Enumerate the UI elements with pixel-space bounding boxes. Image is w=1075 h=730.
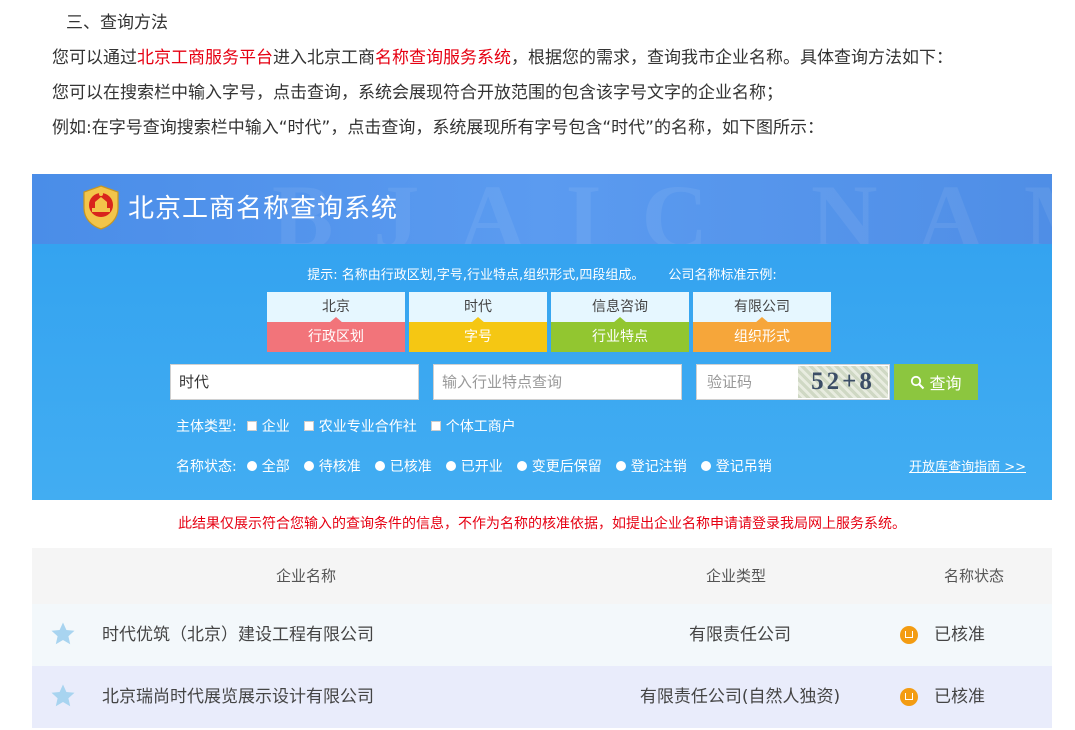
company-name[interactable]: 北京瑞尚时代展览展示设计有限公司: [102, 666, 374, 728]
entity-option-individual[interactable]: 个体工商户: [430, 416, 516, 436]
tip-example-label: 公司名称标准示例:: [668, 268, 777, 283]
table-row[interactable]: 北京瑞尚时代展览展示设计有限公司 有限责任公司(自然人独资) 已核准: [32, 666, 1052, 728]
entity-option-coop[interactable]: 农业专业合作社: [303, 416, 417, 436]
platform-link[interactable]: 北京工商服务平台: [137, 48, 273, 68]
option-label: 登记吊销: [715, 459, 772, 475]
name-parts: 北京 行政区划 时代 字号 信息咨询 行业特点 有限公司 组织形式: [267, 292, 831, 352]
search-button-label: 查询: [929, 376, 962, 393]
name-part-tradename: 时代 字号: [409, 292, 547, 352]
result-notice: 此结果仅展示符合您输入的查询条件的信息，不作为名称的核准依据，如提出企业名称申请…: [32, 500, 1052, 548]
company-type: 有限责任公司: [689, 625, 791, 645]
option-label: 已开业: [460, 459, 503, 475]
entity-option-enterprise[interactable]: 企业: [246, 416, 290, 436]
star-icon[interactable]: [50, 683, 76, 709]
status-option-retained[interactable]: 变更后保留: [516, 456, 602, 476]
name-query-link[interactable]: 名称查询服务系统: [375, 48, 511, 68]
name-part-org-form: 有限公司 组织形式: [693, 292, 831, 352]
name-status: 已核准: [934, 625, 985, 645]
radio[interactable]: [516, 461, 527, 471]
search-row: 时代 输入行业特点查询 验证码 52+8 查询: [170, 364, 978, 400]
intro-text-part: 您可以通过: [52, 48, 137, 68]
name-status-label: 名称状态:: [176, 459, 237, 475]
system-banner: BJAIC NAME 北京工商名称查询系统: [32, 174, 1052, 244]
section-title: 三、查询方法: [66, 13, 168, 33]
company-type: 有限责任公司(自然人独资): [639, 687, 841, 707]
status-option-pending[interactable]: 待核准: [303, 456, 361, 476]
query-guide-link[interactable]: 开放库查询指南 >>: [909, 456, 1026, 475]
option-label: 个体工商户: [445, 419, 516, 435]
captcha-image[interactable]: 52+8: [798, 366, 888, 398]
option-label: 待核准: [318, 459, 361, 475]
radio[interactable]: [615, 461, 626, 471]
checkbox[interactable]: [303, 421, 314, 431]
radio[interactable]: [246, 461, 257, 471]
radio[interactable]: [700, 461, 711, 471]
part-arrow: [471, 317, 485, 323]
name-part-label: 行业特点: [551, 322, 689, 352]
radio[interactable]: [445, 461, 456, 471]
star-icon[interactable]: [50, 621, 76, 647]
checkbox[interactable]: [246, 421, 257, 431]
name-status: 已核准: [934, 687, 985, 707]
intro-text-part: 进入北京工商: [273, 48, 375, 68]
approved-status-icon: [900, 626, 918, 644]
name-part-region: 北京 行政区划: [267, 292, 405, 352]
option-label: 变更后保留: [531, 459, 602, 475]
captcha-placeholder: 验证码: [707, 373, 753, 391]
captcha-field[interactable]: 验证码 52+8: [696, 364, 890, 400]
status-option-cancelled[interactable]: 登记注销: [615, 456, 687, 476]
radio[interactable]: [303, 461, 314, 471]
approved-status-icon: [900, 688, 918, 706]
intro-line-3: 例如:在字号查询搜索栏中输入“时代”，点击查询，系统展现所有字号包含“时代”的名…: [52, 118, 824, 138]
table-row[interactable]: 时代优筑（北京）建设工程有限公司 有限责任公司 已核准: [32, 604, 1052, 666]
intro-text: 三、查询方法 您可以通过北京工商服务平台进入北京工商名称查询服务系统，根据您的需…: [52, 6, 953, 146]
status-option-approved[interactable]: 已核准: [374, 456, 432, 476]
option-label: 农业专业合作社: [318, 419, 417, 435]
part-arrow: [329, 317, 343, 323]
part-arrow: [613, 317, 627, 323]
national-emblem-icon: [83, 185, 119, 230]
checkbox[interactable]: [430, 421, 441, 431]
header-company-name: 企业名称: [276, 567, 337, 585]
option-label: 全部: [261, 459, 290, 475]
header-name-status: 名称状态: [944, 567, 1005, 585]
radio[interactable]: [374, 461, 385, 471]
name-part-industry: 信息咨询 行业特点: [551, 292, 689, 352]
search-button[interactable]: 查询: [894, 364, 978, 400]
intro-text-part: ，根据您的需求，查询我市企业名称。具体查询方法如下：: [511, 48, 953, 68]
tip-text: 提示: 名称由行政区划,字号,行业特点,组织形式,四段组成。: [307, 268, 645, 283]
status-option-opened[interactable]: 已开业: [445, 456, 503, 476]
intro-line-2: 您可以在搜索栏中输入字号，点击查询，系统会展现符合开放范围的包含该字号文字的企业…: [52, 83, 783, 103]
name-part-label: 组织形式: [693, 322, 831, 352]
option-label: 登记注销: [630, 459, 687, 475]
status-option-revoked[interactable]: 登记吊销: [700, 456, 772, 476]
part-arrow: [755, 317, 769, 323]
company-name[interactable]: 时代优筑（北京）建设工程有限公司: [102, 604, 374, 666]
intro-line-1: 您可以通过北京工商服务平台进入北京工商名称查询服务系统，根据您的需求，查询我市企…: [52, 41, 953, 76]
entity-type-label: 主体类型:: [176, 419, 237, 435]
table-header: 企业名称 企业类型 名称状态: [32, 548, 1052, 604]
naming-tip: 提示: 名称由行政区划,字号,行业特点,组织形式,四段组成。 公司名称标准示例:: [32, 264, 1052, 283]
header-company-type: 企业类型: [706, 567, 767, 585]
option-label: 企业: [261, 419, 290, 435]
entity-type-filter: 主体类型: 企业 农业专业合作社 个体工商户: [176, 416, 530, 436]
name-part-label: 字号: [409, 322, 547, 352]
industry-input[interactable]: 输入行业特点查询: [433, 364, 682, 400]
query-system-panel: BJAIC NAME 北京工商名称查询系统 提示: 名称由行政区划,字号,行业特…: [32, 174, 1052, 730]
name-status-filter: 名称状态: 全部 待核准 已核准 已开业 变更后保留 登记注销 登记吊销: [176, 456, 786, 476]
system-title: 北京工商名称查询系统: [128, 194, 399, 224]
name-part-label: 行政区划: [267, 322, 405, 352]
option-label: 已核准: [389, 459, 432, 475]
tradename-input[interactable]: 时代: [170, 364, 419, 400]
search-icon: [911, 375, 925, 389]
status-option-all[interactable]: 全部: [246, 456, 290, 476]
